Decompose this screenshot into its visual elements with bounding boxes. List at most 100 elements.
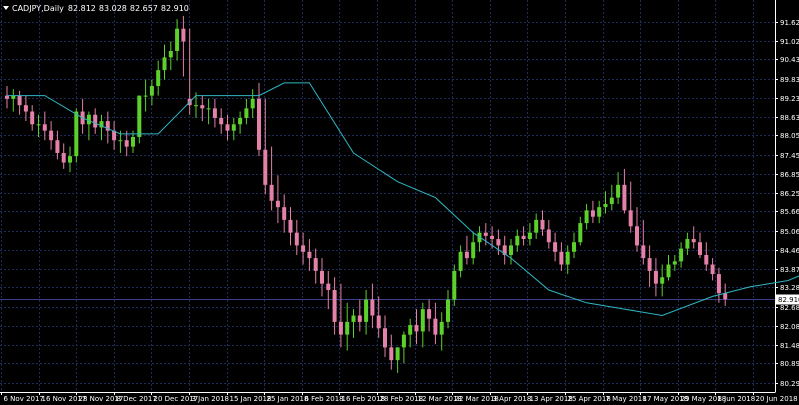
candle-body xyxy=(294,232,299,246)
bear-candle xyxy=(5,86,9,109)
candle-body xyxy=(452,270,457,300)
y-tick-label: 81.480 xyxy=(780,342,799,350)
candle-body xyxy=(698,242,702,255)
y-tick-label: 84.465 xyxy=(780,247,799,255)
y-tick-label: 88.050 xyxy=(780,132,799,140)
bull-candle xyxy=(527,223,532,246)
y-tick-label: 80.295 xyxy=(780,380,799,388)
candle-body xyxy=(723,293,728,300)
x-tick-label: 8 Dec 2017 xyxy=(117,395,157,403)
bull-candle xyxy=(446,290,450,329)
bull-candle xyxy=(439,312,444,351)
bull-candle xyxy=(477,226,482,252)
candle-body xyxy=(420,309,425,332)
candle-body xyxy=(288,219,293,233)
candle-body xyxy=(433,318,438,335)
bear-candle xyxy=(553,232,558,262)
y-tick-label: 85.665 xyxy=(780,208,799,216)
candle-body xyxy=(509,245,513,255)
candle-body xyxy=(628,210,633,227)
candle-body xyxy=(137,95,142,138)
candle-body xyxy=(691,239,696,243)
bull-candle xyxy=(238,111,243,134)
y-tick-label: 87.450 xyxy=(780,152,799,160)
y-tick-label: 89.235 xyxy=(780,95,799,103)
bear-candle xyxy=(212,98,217,128)
candle-body xyxy=(389,347,394,361)
chevron-down-icon[interactable] xyxy=(3,6,9,10)
bear-candle xyxy=(282,194,287,233)
bull-candle xyxy=(68,146,72,173)
candle-body xyxy=(427,309,432,319)
y-tick-label: 86.255 xyxy=(780,190,799,198)
x-tick-label: 8 Jun 2018 xyxy=(718,395,756,403)
candle-body xyxy=(61,152,66,163)
bear-candle xyxy=(61,143,66,169)
candle-body xyxy=(307,251,312,259)
bear-candle xyxy=(225,114,230,141)
time-axis: 6 Nov 201716 Nov 201728 Nov 20178 Dec 20… xyxy=(1,392,798,403)
candle-body xyxy=(414,325,419,332)
price-chart[interactable]: 91.620 91.025 90.435 89.835 89.235 88.635 88.0… xyxy=(0,0,799,405)
candle-body xyxy=(74,111,79,157)
bull-candle xyxy=(250,89,255,118)
x-tick-label: 25 Jan 2018 xyxy=(267,395,309,403)
candle-body xyxy=(68,156,72,163)
chart-header: CADJPY,Daily 82.812 83.028 82.657 82.910 xyxy=(3,2,192,14)
bear-candle xyxy=(433,302,438,345)
bull-candle xyxy=(584,203,589,230)
candle-body xyxy=(401,334,406,348)
bear-candle xyxy=(313,248,318,284)
bear-candle xyxy=(294,219,299,255)
bull-candle xyxy=(345,302,350,351)
bull-candle xyxy=(149,79,154,106)
quote-open: 82.812 xyxy=(67,3,96,13)
bear-candle xyxy=(628,181,633,233)
candle-body xyxy=(156,70,161,87)
bull-candle xyxy=(515,229,520,252)
bear-candle xyxy=(641,219,646,265)
candle-body xyxy=(685,239,690,249)
bull-candle xyxy=(74,108,79,163)
candle-body xyxy=(710,264,715,275)
bear-candle xyxy=(288,207,293,246)
bear-candle xyxy=(269,146,274,211)
bull-candle xyxy=(11,89,16,112)
quote-high: 83.028 xyxy=(98,3,127,13)
candle-body xyxy=(603,203,608,208)
candle-body xyxy=(515,235,520,246)
bull-candle xyxy=(395,347,400,373)
candle-body xyxy=(364,299,369,322)
candle-body xyxy=(194,105,198,107)
candle-body xyxy=(458,251,463,271)
bear-candle xyxy=(723,283,728,306)
candle-body xyxy=(483,232,488,236)
bear-candle xyxy=(622,168,627,214)
bull-candle xyxy=(666,254,671,281)
bear-candle xyxy=(704,242,709,271)
candle-body xyxy=(282,207,287,220)
bear-candle xyxy=(42,111,47,141)
candle-body xyxy=(471,242,476,259)
candle-body xyxy=(131,137,135,147)
y-tick-label: 89.835 xyxy=(780,76,799,84)
bear-candle xyxy=(112,121,117,150)
bull-candle xyxy=(534,213,539,240)
bull-candle xyxy=(572,232,576,259)
bull-candle xyxy=(156,60,161,96)
bull-candle xyxy=(168,41,173,71)
bear-candle xyxy=(370,283,375,329)
candle-body xyxy=(118,140,123,142)
bear-candle xyxy=(301,232,306,265)
candle-body xyxy=(244,108,249,118)
candle-body xyxy=(376,315,381,329)
candle-body xyxy=(496,239,501,246)
bull-candle xyxy=(420,302,425,348)
bear-candle xyxy=(546,219,551,249)
price-axis: 91.620 91.025 90.435 89.835 89.235 88.635 88.0… xyxy=(775,19,799,388)
bear-candle xyxy=(540,210,545,236)
candle-body xyxy=(653,270,658,284)
chart-window[interactable]: 91.620 91.025 90.435 89.835 89.235 88.635 88.0… xyxy=(0,0,799,405)
candle-body xyxy=(250,98,255,109)
candle-body xyxy=(332,290,337,322)
